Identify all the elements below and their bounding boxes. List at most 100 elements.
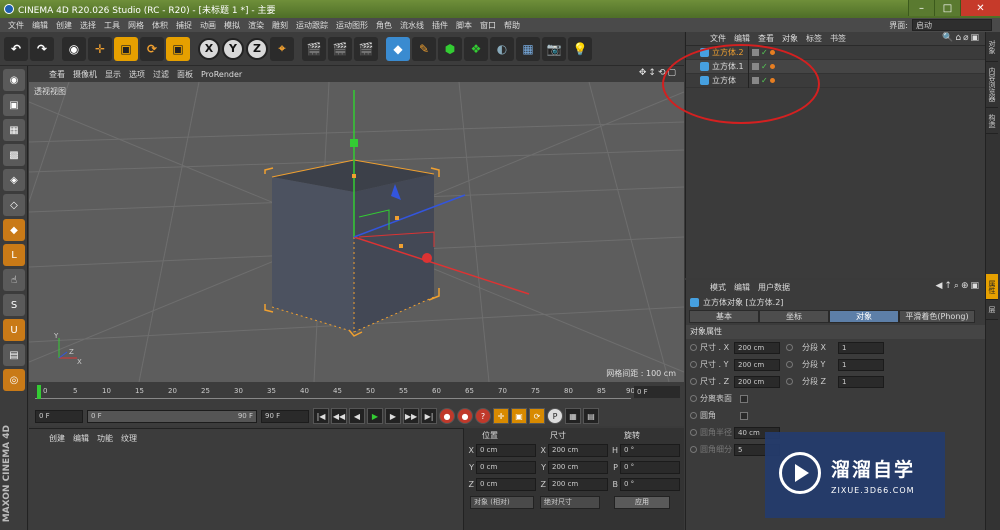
menu-file[interactable]: 文件 (4, 20, 28, 31)
vp-menu-prorender[interactable]: ProRender (197, 70, 246, 79)
close-button[interactable]: ✕ (960, 0, 1000, 16)
vp-menu-display[interactable]: 显示 (101, 69, 125, 80)
menu-mesh[interactable]: 网格 (124, 20, 148, 31)
tab-object[interactable]: 对象 (829, 310, 899, 323)
radio-icon[interactable] (690, 361, 697, 368)
side-tab-content-browser[interactable]: 内容浏览器 (986, 62, 998, 108)
end-frame-field[interactable]: 90 F (261, 409, 309, 423)
workplane-icon[interactable]: ▩ (3, 144, 25, 166)
start-frame-field[interactable]: 0 F (35, 409, 83, 423)
array-icon[interactable]: ❖ (464, 36, 488, 61)
current-frame-field[interactable]: 0 F (634, 386, 680, 398)
next-key-icon[interactable]: ▶▶ (403, 408, 419, 424)
key-position-icon[interactable]: ✛ (493, 408, 509, 424)
radio-icon[interactable] (690, 395, 697, 402)
auto-key-icon[interactable]: ● (457, 408, 473, 424)
pos-x-field[interactable]: 0 cm (476, 444, 536, 457)
rot-p-field[interactable]: 0 ° (620, 461, 680, 474)
model-mode-icon[interactable]: ▣ (3, 94, 25, 116)
previous-frame-icon[interactable]: ◀ (349, 408, 365, 424)
menu-mograph[interactable]: 运动图形 (332, 20, 372, 31)
radio-icon[interactable] (690, 344, 697, 351)
menu-help[interactable]: 帮助 (500, 20, 524, 31)
perspective-viewport[interactable]: Y Z X 透视视图 网格间距 : 100 cm (29, 82, 684, 382)
radio-icon[interactable] (786, 378, 793, 385)
playhead[interactable] (37, 385, 41, 399)
make-editable-icon[interactable]: ◉ (3, 69, 25, 91)
tweak-icon[interactable]: ☝ (3, 269, 25, 291)
seg-x-input[interactable]: 1 (838, 341, 884, 354)
seg-y-input[interactable]: 1 (838, 358, 884, 371)
radio-icon[interactable] (786, 344, 793, 351)
points-mode-icon[interactable]: ◈ (3, 169, 25, 191)
size-z-field[interactable]: 200 cm (548, 478, 608, 491)
lock-workplane-icon[interactable]: ▤ (3, 344, 25, 366)
key-scale-icon[interactable]: ▣ (511, 408, 527, 424)
am-menu-edit[interactable]: 编辑 (730, 282, 754, 293)
menu-animate[interactable]: 动画 (196, 20, 220, 31)
om-menu-objects[interactable]: 对象 (778, 33, 802, 44)
radio-icon[interactable] (690, 378, 697, 385)
coordinate-system-icon[interactable]: ⌖ (270, 36, 294, 61)
om-menu-view[interactable]: 查看 (754, 33, 778, 44)
tab-basic[interactable]: 基本 (689, 310, 759, 323)
pos-z-field[interactable]: 0 cm (476, 478, 536, 491)
timeline[interactable]: 0 5 10 15 20 25 30 35 40 45 50 55 60 65 … (29, 382, 684, 406)
om-menu-tags[interactable]: 标签 (802, 33, 826, 44)
minimize-button[interactable]: – (908, 0, 934, 16)
menu-pipeline[interactable]: 流水线 (396, 20, 428, 31)
seg-z-input[interactable]: 1 (838, 375, 884, 388)
key-parameter-icon[interactable]: P (547, 408, 563, 424)
menu-select[interactable]: 选择 (76, 20, 100, 31)
apply-button[interactable]: 应用 (614, 496, 670, 509)
coord-mode-dropdown[interactable]: 对象 (相对) (470, 496, 534, 509)
render-settings-icon[interactable]: 🎬 (354, 36, 378, 61)
mat-menu-texture[interactable]: 纹理 (117, 433, 141, 444)
menu-character[interactable]: 角色 (372, 20, 396, 31)
menu-plugins[interactable]: 插件 (428, 20, 452, 31)
menu-create[interactable]: 创建 (52, 20, 76, 31)
key-rotation-icon[interactable]: ⟳ (529, 408, 545, 424)
pen-spline-icon[interactable]: ✎ (412, 36, 436, 61)
render-view-icon[interactable]: 🎬 (302, 36, 326, 61)
edges-mode-icon[interactable]: ◇ (3, 194, 25, 216)
size-x-input[interactable]: 200 cm (734, 341, 780, 354)
deformer-icon[interactable]: ◐ (490, 36, 514, 61)
planar-workplane-icon[interactable]: ◎ (3, 369, 25, 391)
cube-object[interactable] (264, 159, 440, 337)
size-y-input[interactable]: 200 cm (734, 358, 780, 371)
move-icon[interactable]: ✛ (88, 36, 112, 61)
rot-b-field[interactable]: 0 ° (620, 478, 680, 491)
cube-primitive-icon[interactable]: ◆ (386, 36, 410, 61)
separate-surfaces-checkbox[interactable] (740, 394, 748, 403)
live-selection-icon[interactable]: ◉ (62, 36, 86, 61)
record-keys-icon[interactable]: ● (439, 408, 455, 424)
object-manager-tool-icons[interactable]: 🔍⌂⌀▣ (942, 33, 981, 43)
scale-icon[interactable]: ▣ (114, 36, 138, 61)
om-menu-file[interactable]: 文件 (706, 33, 730, 44)
vp-menu-panel[interactable]: 面板 (173, 69, 197, 80)
size-mode-dropdown[interactable]: 绝对尺寸 (540, 496, 600, 509)
attribute-manager-tool-icons[interactable]: ◀↑⌕⊕▣ (935, 281, 981, 291)
go-to-end-icon[interactable]: ▶| (421, 408, 437, 424)
camera-icon[interactable]: 📷 (542, 36, 566, 61)
undo-icon[interactable]: ↶ (4, 36, 28, 61)
am-menu-userdata[interactable]: 用户数据 (754, 282, 794, 293)
menu-window[interactable]: 窗口 (476, 20, 500, 31)
render-picture-viewer-icon[interactable]: 🎬 (328, 36, 352, 61)
play-icon[interactable]: ▶ (367, 408, 383, 424)
mat-menu-function[interactable]: 功能 (93, 433, 117, 444)
axis-mode-icon[interactable]: L (3, 244, 25, 266)
size-y-field[interactable]: 200 cm (548, 461, 608, 474)
key-pla-icon[interactable]: ▦ (565, 408, 581, 424)
tab-coord[interactable]: 坐标 (759, 310, 829, 323)
fillet-checkbox[interactable] (740, 411, 748, 420)
radio-icon[interactable] (786, 361, 793, 368)
size-z-input[interactable]: 200 cm (734, 375, 780, 388)
timeline-ruler[interactable]: 0 5 10 15 20 25 30 35 40 45 50 55 60 65 … (35, 385, 635, 399)
menu-simulate[interactable]: 模拟 (220, 20, 244, 31)
keyframe-selection-icon[interactable]: ? (475, 408, 491, 424)
side-tab-objects[interactable]: 对象 (986, 32, 998, 62)
am-menu-mode[interactable]: 模式 (706, 282, 730, 293)
texture-mode-icon[interactable]: ▦ (3, 119, 25, 141)
